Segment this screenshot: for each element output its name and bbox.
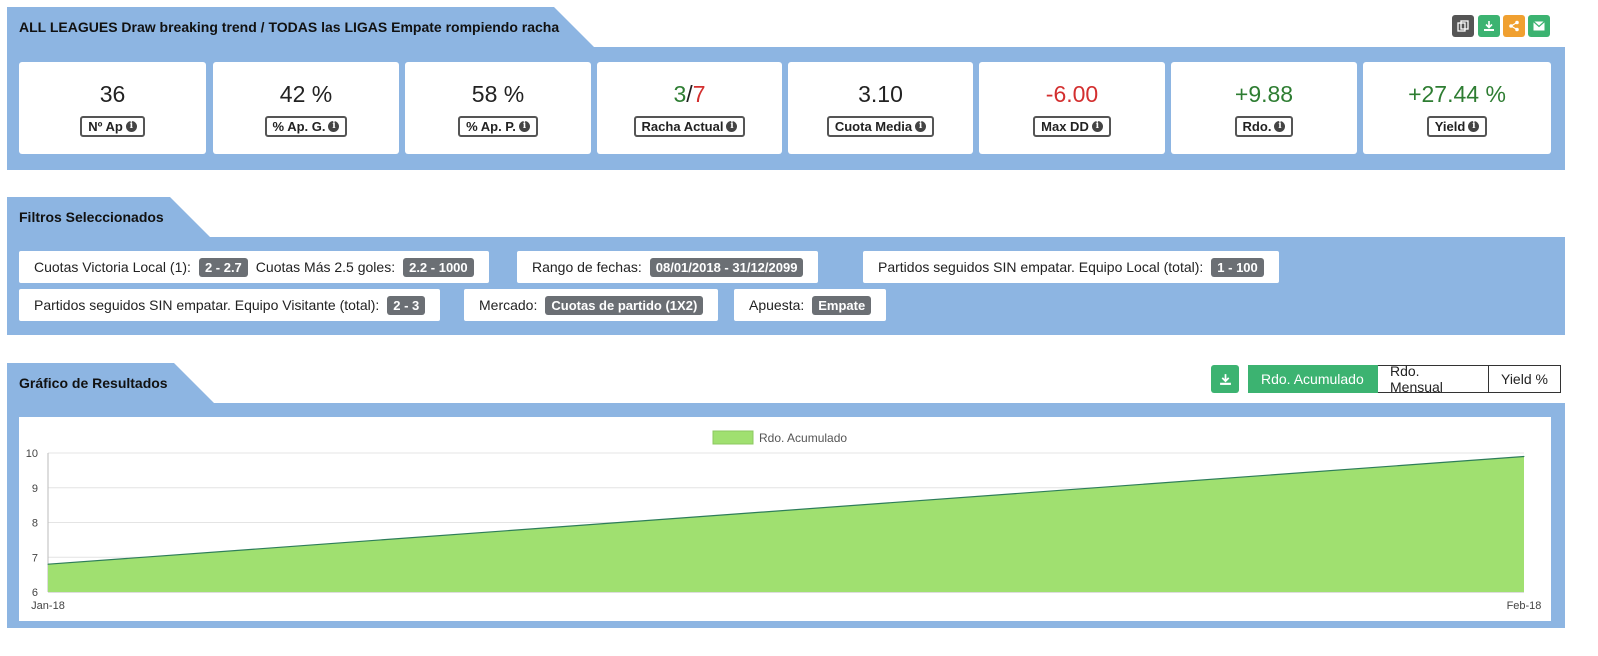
- stat-value: 36: [99, 81, 126, 107]
- results-header: Gráfico de Resultados: [7, 363, 214, 403]
- results-chart: 6 7 8 9 10 Jan-18 Feb-18 Rdo. Acumulado: [26, 430, 1542, 612]
- filter-home-streak: Partidos seguidos SIN empatar. Equipo Lo…: [863, 251, 1279, 283]
- series-area: [48, 456, 1524, 592]
- info-icon: i: [726, 121, 738, 132]
- filter-odds: Cuotas Victoria Local (1): 2 - 2.7 Cuota…: [19, 251, 489, 283]
- stat-card-max-dd: -6.00 Max DD i: [979, 62, 1165, 154]
- stat-label[interactable]: Racha Actual i: [633, 116, 746, 137]
- filter-label: Partidos seguidos SIN empatar. Equipo Vi…: [34, 297, 380, 313]
- stat-card-count: 36 Nº Ap i: [19, 62, 206, 154]
- stat-card-result: +9.88 Rdo. i: [1171, 62, 1357, 154]
- stat-value: 58 %: [471, 81, 525, 107]
- filter-bet: Apuesta: Empate: [734, 289, 887, 321]
- data-point: [1523, 455, 1525, 457]
- chart-container: 6 7 8 9 10 Jan-18 Feb-18 Rdo. Acumulado: [19, 417, 1551, 621]
- stat-value: +27.44 %: [1408, 81, 1506, 107]
- info-icon: i: [1468, 121, 1480, 132]
- copy-icon[interactable]: [1452, 15, 1474, 37]
- filter-badge: Cuotas de partido (1X2): [545, 295, 704, 315]
- filter-badge: 1 - 100: [1211, 257, 1264, 277]
- filter-label: Apuesta:: [749, 297, 805, 313]
- stat-value: +9.88: [1234, 81, 1294, 107]
- filter-badge: 2 - 3: [387, 295, 426, 315]
- filter-badge: Empate: [812, 295, 872, 315]
- stat-value: 42 %: [279, 81, 333, 107]
- y-tick-label: 6: [32, 587, 38, 599]
- info-icon: i: [915, 121, 927, 132]
- legend-label: Rdo. Acumulado: [759, 431, 847, 445]
- y-tick-label: 7: [32, 552, 38, 564]
- filters-panel: Cuotas Victoria Local (1): 2 - 2.7 Cuota…: [7, 237, 1565, 335]
- filter-away-streak: Partidos seguidos SIN empatar. Equipo Vi…: [19, 289, 441, 321]
- legend-swatch: [712, 430, 754, 445]
- stat-label[interactable]: Cuota Media i: [826, 116, 935, 137]
- stat-label[interactable]: % Ap. G. i: [264, 116, 348, 137]
- page-title: ALL LEAGUES Draw breaking trend / TODAS …: [19, 19, 560, 35]
- stat-card-streak: 3/7 Racha Actual i: [597, 62, 782, 154]
- info-icon: i: [1091, 121, 1103, 132]
- stat-value: 3.10: [858, 81, 903, 107]
- info-icon: i: [518, 121, 530, 132]
- filter-badge: 2 - 2.7: [198, 257, 248, 277]
- download-icon[interactable]: [1478, 15, 1500, 37]
- data-point: [47, 563, 49, 565]
- filter-label: Mercado:: [479, 297, 538, 313]
- filter-badge: 2.2 - 1000: [403, 257, 474, 277]
- chart-panel: 6 7 8 9 10 Jan-18 Feb-18 Rdo. Acumulado: [7, 403, 1565, 628]
- y-tick-label: 10: [26, 448, 38, 460]
- filters-title: Filtros Seleccionados: [19, 209, 164, 225]
- download-icon: [1219, 373, 1231, 385]
- chart-download-button[interactable]: [1211, 365, 1239, 393]
- stat-card-win-pct: 42 % % Ap. G. i: [213, 62, 399, 154]
- y-tick-label: 8: [32, 518, 38, 530]
- filter-label: Partidos seguidos SIN empatar. Equipo Lo…: [878, 259, 1204, 275]
- tab-yield[interactable]: Yield %: [1489, 365, 1561, 393]
- x-tick-label: Jan-18: [31, 600, 65, 612]
- streak-current: 3: [673, 81, 687, 107]
- stat-value: 3/7: [674, 80, 706, 108]
- page-header: ALL LEAGUES Draw breaking trend / TODAS …: [7, 7, 594, 47]
- y-tick-label: 9: [32, 483, 38, 495]
- filter-label: Cuotas Más 2.5 goles:: [255, 259, 396, 275]
- stat-card-avg-odds: 3.10 Cuota Media i: [788, 62, 973, 154]
- results-title: Gráfico de Resultados: [19, 375, 168, 391]
- info-icon: i: [1274, 121, 1286, 132]
- filter-label: Cuotas Victoria Local (1):: [34, 259, 191, 275]
- stat-label[interactable]: Rdo. i: [1234, 116, 1294, 137]
- filter-label: Rango de fechas:: [532, 259, 642, 275]
- info-icon: i: [125, 121, 137, 132]
- email-icon[interactable]: [1528, 15, 1550, 37]
- tab-rdo-acumulado[interactable]: Rdo. Acumulado: [1248, 365, 1378, 393]
- tab-rdo-mensual[interactable]: Rdo. Mensual: [1378, 363, 1489, 395]
- stat-card-yield: +27.44 % Yield i: [1363, 62, 1551, 154]
- info-icon: i: [328, 121, 340, 132]
- filter-date-range: Rango de fechas: 08/01/2018 - 31/12/2099: [517, 251, 819, 283]
- stat-label[interactable]: Nº Ap i: [80, 116, 145, 137]
- filter-badge: 08/01/2018 - 31/12/2099: [649, 257, 804, 277]
- share-icon[interactable]: [1503, 15, 1525, 37]
- stat-label[interactable]: % Ap. P. i: [458, 116, 538, 137]
- stat-value: -6.00: [1045, 81, 1099, 107]
- x-tick-label: Feb-18: [1507, 600, 1542, 612]
- stats-panel: 36 Nº Ap i 42 % % Ap. G. i 58 % % Ap. P. i …: [7, 47, 1565, 170]
- chart-mode-toggle: Rdo. Acumulado Rdo. Mensual Yield %: [1248, 363, 1561, 395]
- streak-max: 7: [692, 81, 706, 107]
- stat-card-loss-pct: 58 % % Ap. P. i: [405, 62, 591, 154]
- filters-header: Filtros Seleccionados: [7, 197, 210, 237]
- stat-label[interactable]: Yield i: [1426, 116, 1488, 137]
- stat-label[interactable]: Max DD i: [1033, 116, 1111, 137]
- filter-market: Mercado: Cuotas de partido (1X2): [464, 289, 719, 321]
